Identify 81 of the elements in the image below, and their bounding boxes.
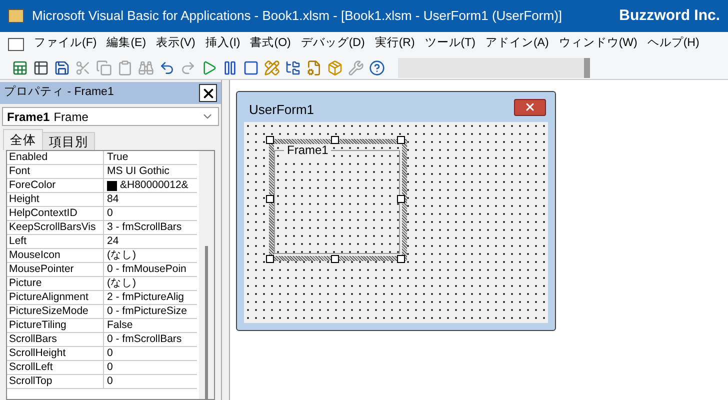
frame-control[interactable]: Frame1 — [269, 139, 407, 261]
menu-item[interactable]: ファイル(F) — [34, 35, 97, 53]
property-value[interactable]: 84 — [104, 193, 197, 206]
resize-handle[interactable] — [266, 195, 274, 203]
menu-item[interactable]: 表示(V) — [156, 35, 196, 53]
properties-icon[interactable] — [306, 60, 322, 76]
menu-item[interactable]: アドイン(A) — [485, 35, 549, 53]
scrollbar[interactable] — [199, 151, 214, 399]
property-value[interactable]: 0 — [104, 207, 197, 220]
property-value[interactable]: 24 — [104, 235, 197, 248]
undo-icon[interactable] — [159, 60, 175, 76]
property-value[interactable]: MS UI Gothic — [104, 165, 197, 178]
close-icon — [524, 101, 536, 113]
menu-item[interactable]: 挿入(I) — [205, 35, 240, 53]
property-name[interactable]: ScrollBars — [7, 333, 104, 346]
object-type: Frame — [54, 108, 88, 126]
property-value[interactable]: 0 - fmScrollBars — [104, 333, 197, 346]
stop-icon[interactable] — [243, 60, 259, 76]
property-value[interactable]: 0 - fmMousePoin — [104, 263, 197, 276]
form-menu-icon[interactable] — [8, 38, 24, 50]
frame-caption: Frame1 — [284, 144, 332, 157]
property-name[interactable]: Left — [7, 235, 104, 248]
object-dropdown[interactable]: Frame1 Frame — [2, 107, 219, 126]
property-value[interactable]: 0 — [104, 361, 197, 374]
property-name[interactable]: KeepScrollBarsVis — [7, 221, 104, 234]
property-value[interactable]: False — [104, 319, 197, 332]
property-value[interactable]: 2 - fmPictureAlig — [104, 291, 197, 304]
property-value[interactable]: 0 — [104, 375, 197, 388]
property-value[interactable]: (なし) — [104, 249, 197, 262]
menu-item[interactable]: ヘルプ(H) — [647, 35, 700, 53]
project-icon[interactable] — [285, 60, 301, 76]
property-name[interactable]: ScrollHeight — [7, 347, 104, 360]
menu-item[interactable]: 実行(R) — [374, 35, 415, 53]
save-icon[interactable] — [54, 60, 70, 76]
property-name[interactable]: Font — [7, 165, 104, 178]
property-name[interactable]: PictureTiling — [7, 319, 104, 332]
property-name[interactable]: HelpContextID — [7, 207, 104, 220]
resize-handle[interactable] — [266, 255, 274, 263]
window-title: Microsoft Visual Basic for Applications - Book1.xlsm - [Book1.xlsm - UserForm1 (UserForm)] — [32, 7, 562, 26]
property-value[interactable]: 0 — [104, 347, 197, 360]
panel-tab[interactable]: 項目別 — [43, 132, 95, 150]
userform-title: UserForm1 — [249, 100, 314, 119]
form-icon[interactable] — [33, 60, 49, 76]
menu-item[interactable]: 書式(O) — [250, 35, 291, 53]
pause-icon[interactable] — [222, 60, 238, 76]
menu-item[interactable]: ツール(T) — [424, 35, 476, 53]
ruler-icon[interactable] — [264, 60, 280, 76]
property-value[interactable]: 0 - fmPictureSize — [104, 305, 197, 318]
close-button[interactable] — [199, 84, 217, 102]
property-name[interactable]: MouseIcon — [7, 249, 104, 262]
property-name[interactable]: ScrollTop — [7, 375, 104, 388]
property-name[interactable]: Enabled — [7, 151, 104, 164]
resize-handle[interactable] — [331, 136, 339, 144]
property-name[interactable]: PictureSizeMode — [7, 305, 104, 318]
property-value[interactable]: True — [104, 151, 197, 164]
resize-handle[interactable] — [331, 255, 339, 263]
resize-handle[interactable] — [266, 136, 274, 144]
menu-item[interactable]: デバッグ(D) — [300, 35, 365, 53]
property-name[interactable]: PictureAlignment — [7, 291, 104, 304]
spreadsheet-icon[interactable] — [12, 60, 28, 76]
property-name[interactable]: ScrollLeft — [7, 361, 104, 374]
property-value[interactable]: 3 - fmScrollBars — [104, 221, 197, 234]
brand-name: Buzzword Inc. — [619, 6, 720, 26]
property-name[interactable]: MousePointer — [7, 263, 104, 276]
property-name[interactable]: Height — [7, 193, 104, 206]
app-icon — [8, 9, 24, 23]
panel-title: プロパティ - Frame1 — [4, 84, 114, 100]
resize-handle[interactable] — [397, 136, 405, 144]
property-value[interactable]: &H80000012& — [104, 179, 197, 192]
help-icon[interactable] — [369, 60, 385, 76]
property-value[interactable]: (なし) — [104, 277, 197, 290]
run-icon[interactable] — [201, 60, 217, 76]
panel-tab[interactable]: 全体 — [3, 129, 43, 150]
menu-item[interactable]: ウィンドウ(W) — [558, 35, 638, 53]
property-name[interactable]: ForeColor — [7, 179, 104, 192]
property-name[interactable]: Picture — [7, 277, 104, 290]
resize-handle[interactable] — [397, 195, 405, 203]
object-name: Frame1 — [7, 108, 50, 126]
resize-handle[interactable] — [397, 255, 405, 263]
close-button[interactable] — [514, 98, 546, 116]
menu-item[interactable]: 編集(E) — [106, 35, 146, 53]
